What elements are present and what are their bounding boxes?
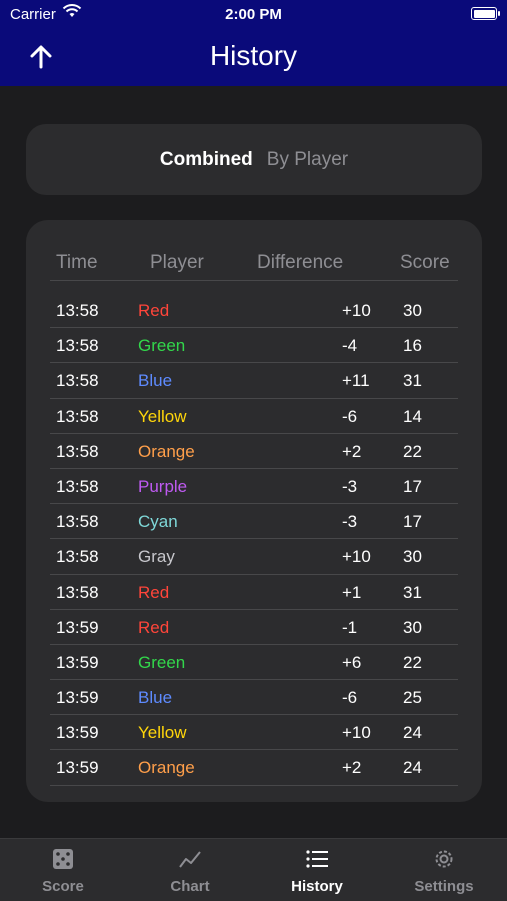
cell-player: Red: [138, 617, 170, 637]
cell-player: Red: [138, 582, 170, 602]
cell-difference: -6: [342, 688, 358, 708]
line-chart-icon: [179, 851, 201, 868]
cell-time: 13:58: [56, 582, 99, 602]
cell-score: 31: [403, 582, 422, 602]
cell-difference: -4: [342, 336, 358, 356]
cell-player: Orange: [138, 441, 195, 461]
table-header: Time Player Difference Score: [50, 242, 458, 281]
cell-difference: -3: [342, 512, 358, 532]
cell-time: 13:58: [56, 371, 99, 391]
view-segmented-control: Combined By Player: [26, 124, 482, 195]
cell-time: 13:58: [56, 336, 99, 356]
cell-score: 24: [403, 758, 422, 778]
tab-score[interactable]: Score: [0, 839, 126, 901]
cell-player: Gray: [138, 547, 175, 567]
cell-score: 22: [403, 441, 422, 461]
cell-time: 13:58: [56, 406, 99, 426]
table-row: 13:58 Red +1 31: [50, 575, 458, 610]
tab-chart-label: Chart: [170, 878, 210, 895]
table-row: 13:58 Orange +2 22: [50, 434, 458, 469]
table-row: 13:59 Blue -6 25: [50, 680, 458, 716]
cell-player: Yellow: [138, 723, 187, 743]
cell-player: Blue: [138, 688, 173, 708]
status-time: 2:00 PM: [225, 6, 282, 23]
cell-player: Green: [138, 652, 186, 672]
table-row: 13:59 Green +6 22: [50, 645, 458, 681]
tab-history-label: History: [291, 878, 343, 895]
cell-score: 30: [403, 301, 422, 320]
navigation-bar: History: [0, 28, 507, 86]
tab-bar: Score Chart History Settings: [0, 838, 507, 901]
cell-difference: -6: [342, 406, 358, 426]
segment-by-player[interactable]: By Player: [267, 149, 348, 171]
table-row: 13:58 Green -4 16: [50, 328, 458, 364]
table-row: 13:59 Yellow +10 24: [50, 715, 458, 751]
cell-time: 13:58: [56, 441, 99, 461]
cell-score: 30: [403, 547, 422, 567]
table-row: 13:59 Orange +2 24: [50, 750, 458, 786]
cell-score: 17: [403, 512, 422, 532]
gear-icon: [435, 850, 453, 868]
header-difference: Difference: [257, 252, 344, 273]
cell-time: 13:59: [56, 758, 99, 778]
segment-combined[interactable]: Combined: [160, 149, 253, 171]
cell-score: 16: [403, 336, 422, 356]
cell-difference: +10: [342, 301, 371, 320]
tab-score-label: Score: [42, 878, 84, 895]
table-row: 13:58 Purple -3 17: [50, 469, 458, 505]
cell-difference: +10: [342, 723, 371, 743]
battery-icon: [471, 7, 500, 20]
cell-player: Blue: [138, 371, 173, 391]
table-row: 13:59 Red -1 30: [50, 610, 458, 645]
header-player: Player: [150, 252, 204, 273]
cell-time: 13:59: [56, 652, 99, 672]
cell-player: Yellow: [138, 406, 187, 426]
cell-score: 30: [403, 617, 422, 637]
tab-chart[interactable]: Chart: [127, 839, 253, 901]
page-title: History: [209, 40, 298, 71]
table-row: 13:58 Yellow -6 14: [50, 399, 458, 434]
history-table: Time Player Difference Score 13:58 Red +10…: [26, 220, 482, 802]
cell-player: Orange: [138, 758, 195, 778]
cell-player: Cyan: [138, 512, 178, 532]
cell-difference: -3: [342, 476, 358, 496]
header-time: Time: [56, 252, 98, 273]
dice-icon: [53, 849, 73, 869]
cell-score: 24: [403, 723, 422, 743]
cell-time: 13:58: [56, 476, 99, 496]
table-row: 13:58 Gray +10 30: [50, 539, 458, 575]
cell-time: 13:58: [56, 547, 99, 567]
cell-player: Green: [138, 336, 186, 356]
cell-score: 17: [403, 476, 422, 496]
cell-score: 22: [403, 652, 422, 672]
cell-difference: +11: [342, 371, 370, 391]
cell-difference: -1: [342, 617, 358, 637]
header-score: Score: [400, 252, 450, 273]
cell-score: 25: [403, 688, 422, 708]
cell-time: 13:59: [56, 617, 99, 637]
table-row: 13:58 Cyan -3 17: [50, 504, 458, 540]
cell-time: 13:59: [56, 688, 99, 708]
status-bar: Carrier 2:00 PM: [0, 0, 507, 28]
tab-settings-label: Settings: [414, 878, 474, 895]
cell-difference: +2: [342, 441, 362, 461]
cell-difference: +10: [342, 547, 371, 567]
tab-history[interactable]: History: [254, 839, 380, 901]
cell-time: 13:59: [56, 723, 99, 743]
cell-difference: +1: [342, 582, 362, 602]
table-body: 13:58 Red +10 30 13:58 Green -4 16 13:58 Blue +11 3…: [50, 293, 458, 786]
cell-difference: +2: [342, 758, 362, 778]
cell-score: 14: [403, 406, 422, 426]
cell-player: Red: [138, 301, 170, 320]
cell-time: 13:58: [56, 512, 99, 532]
cell-difference: +6: [342, 652, 362, 672]
cell-player: Purple: [138, 476, 188, 496]
table-row: 13:58 Red +10 30: [50, 293, 458, 329]
cell-score: 31: [403, 371, 422, 391]
table-row: 13:58 Blue +11 31: [50, 363, 458, 399]
list-icon: [306, 850, 328, 868]
tab-settings[interactable]: Settings: [381, 839, 507, 901]
cell-time: 13:58: [56, 301, 99, 320]
